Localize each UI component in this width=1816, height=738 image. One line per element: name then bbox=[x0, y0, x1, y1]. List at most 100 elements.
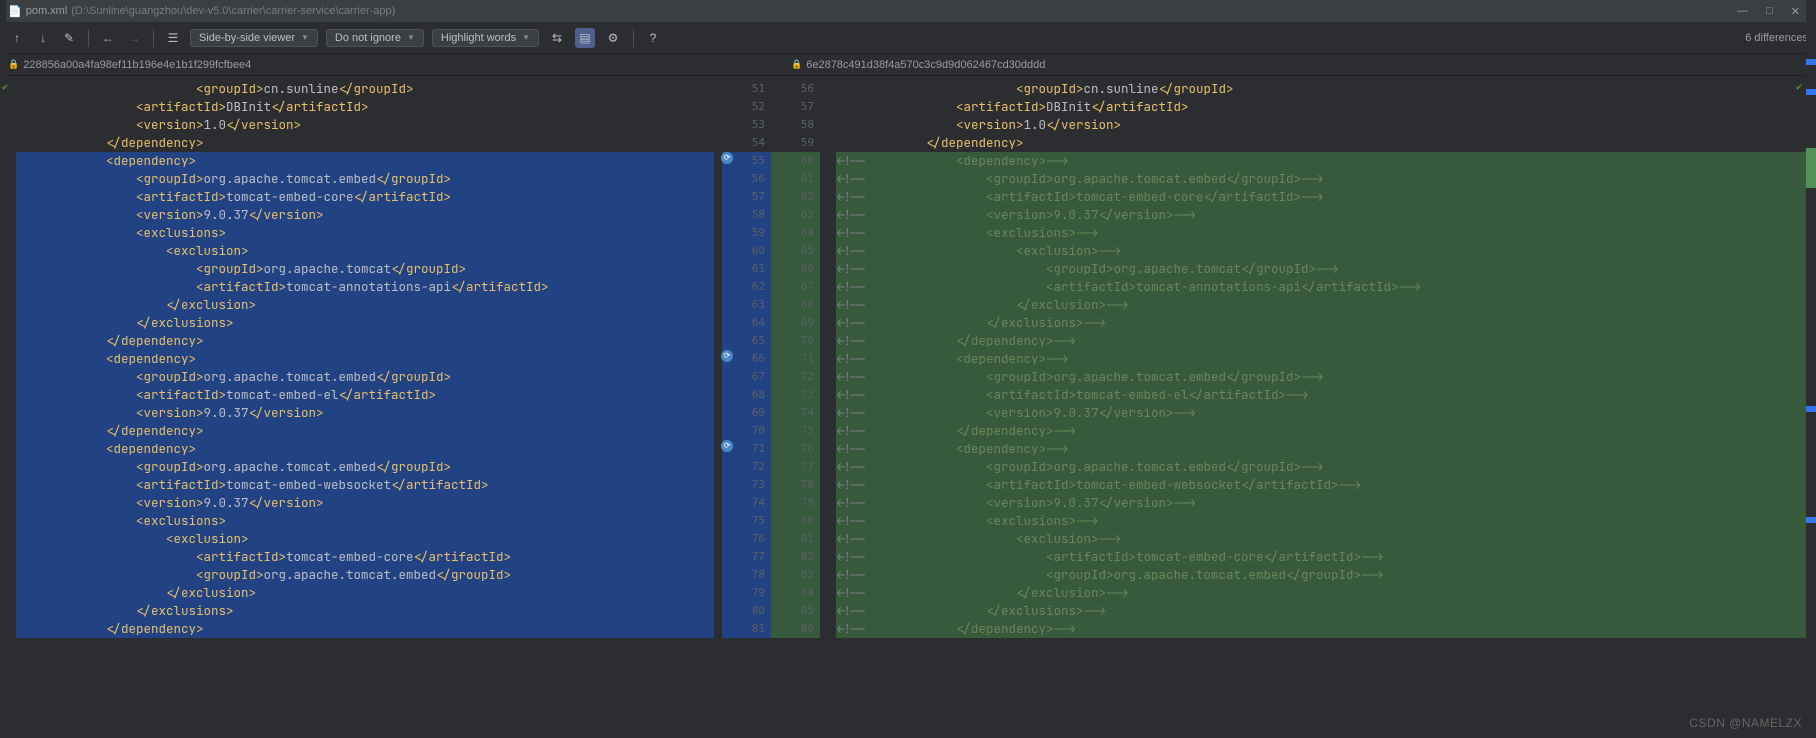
code-line[interactable]: </dependency> bbox=[16, 332, 714, 350]
viewer-mode-dropdown[interactable]: Side-by-side viewer ▼ bbox=[190, 29, 318, 47]
line-number: 68 bbox=[722, 386, 771, 404]
line-number: 51 bbox=[722, 80, 771, 98]
arrow-down-icon[interactable]: ↓ bbox=[34, 29, 52, 47]
code-line[interactable]: <artifactId>tomcat-embed-core</artifactI… bbox=[16, 188, 714, 206]
code-line[interactable]: </exclusions> bbox=[16, 602, 714, 620]
code-line[interactable]: <!-- </dependency>--> bbox=[836, 422, 1808, 440]
code-line[interactable]: <!-- <exclusion>--> bbox=[836, 242, 1808, 260]
code-line[interactable]: <!-- <dependency>--> bbox=[836, 152, 1808, 170]
code-line[interactable]: <!-- </exclusions>--> bbox=[836, 314, 1808, 332]
collapse-toggle[interactable]: ⇆ bbox=[547, 28, 567, 48]
code-line[interactable]: <dependency> bbox=[16, 152, 714, 170]
code-line[interactable]: <dependency> bbox=[16, 350, 714, 368]
minimize-button[interactable]: — bbox=[1737, 5, 1748, 18]
code-line[interactable]: <!-- <version>9.0.37</version>--> bbox=[836, 404, 1808, 422]
code-line[interactable]: <!-- <version>9.0.37</version>--> bbox=[836, 206, 1808, 224]
code-line[interactable]: <groupId>org.apache.tomcat.embed</groupI… bbox=[16, 170, 714, 188]
code-line[interactable]: <version>1.0</version> bbox=[836, 116, 1808, 134]
code-line[interactable]: <artifactId>DBInit</artifactId> bbox=[836, 98, 1808, 116]
chevron-down-icon: ▼ bbox=[522, 33, 530, 42]
back-icon[interactable]: ← bbox=[99, 29, 117, 47]
code-line[interactable]: <!-- <artifactId>tomcat-embed-el</artifa… bbox=[836, 386, 1808, 404]
help-icon[interactable]: ? bbox=[644, 29, 662, 47]
right-overview-stripe[interactable] bbox=[1806, 0, 1816, 738]
line-number: 57 bbox=[771, 98, 820, 116]
code-line[interactable]: </dependency> bbox=[16, 134, 714, 152]
highlight-label: Highlight words bbox=[441, 32, 516, 44]
code-line[interactable]: <groupId>cn.sunline</groupId> bbox=[16, 80, 714, 98]
list-icon[interactable]: ☰ bbox=[164, 29, 182, 47]
diff-marker[interactable]: ⟳ bbox=[721, 440, 733, 452]
left-code-area[interactable]: <groupId>cn.sunline</groupId> <artifactI… bbox=[0, 76, 722, 738]
left-pane[interactable]: ✔ <groupId>cn.sunline</groupId> <artifac… bbox=[0, 76, 722, 738]
code-line[interactable]: <!-- <groupId>org.apache.tomcat</groupId… bbox=[836, 260, 1808, 278]
right-revision-hash: 6e2878c491d38f4a570c3c9d9d062467cd30dddd bbox=[806, 59, 1045, 71]
sync-scroll-toggle[interactable]: ▤ bbox=[575, 28, 595, 48]
code-line[interactable]: <version>9.0.37</version> bbox=[16, 404, 714, 422]
code-line[interactable]: <!-- <exclusions>--> bbox=[836, 512, 1808, 530]
forward-icon[interactable]: → bbox=[125, 29, 143, 47]
diff-marker[interactable]: ⟳ bbox=[721, 152, 733, 164]
line-number: 69 bbox=[722, 404, 771, 422]
code-line[interactable]: <version>9.0.37</version> bbox=[16, 206, 714, 224]
highlight-dropdown[interactable]: Highlight words ▼ bbox=[432, 29, 539, 47]
right-pane[interactable]: ✔ <groupId>cn.sunline</groupId> <artifac… bbox=[820, 76, 1816, 738]
code-line[interactable]: <!-- </exclusion>--> bbox=[836, 296, 1808, 314]
line-number: 81 bbox=[722, 620, 771, 638]
code-line[interactable]: <groupId>org.apache.tomcat.embed</groupI… bbox=[16, 458, 714, 476]
code-line[interactable]: <!-- <artifactId>tomcat-embed-websocket<… bbox=[836, 476, 1808, 494]
code-line[interactable]: <exclusions> bbox=[16, 512, 714, 530]
code-line[interactable]: <!-- <dependency>--> bbox=[836, 350, 1808, 368]
code-line[interactable]: <!-- </dependency>--> bbox=[836, 620, 1808, 638]
code-line[interactable]: <artifactId>tomcat-embed-el</artifactId> bbox=[16, 386, 714, 404]
code-line[interactable]: <version>1.0</version> bbox=[16, 116, 714, 134]
code-line[interactable]: <dependency> bbox=[16, 440, 714, 458]
code-line[interactable]: <groupId>cn.sunline</groupId> bbox=[836, 80, 1808, 98]
edit-icon[interactable]: ✎ bbox=[60, 29, 78, 47]
code-line[interactable]: <exclusions> bbox=[16, 224, 714, 242]
code-line[interactable]: <artifactId>DBInit</artifactId> bbox=[16, 98, 714, 116]
code-line[interactable]: <groupId>org.apache.tomcat.embed</groupI… bbox=[16, 566, 714, 584]
diff-marker[interactable]: ⟳ bbox=[721, 350, 733, 362]
code-line[interactable]: <!-- <exclusion>--> bbox=[836, 530, 1808, 548]
line-number: 56 bbox=[722, 170, 771, 188]
right-code-area[interactable]: <groupId>cn.sunline</groupId> <artifactI… bbox=[820, 76, 1816, 738]
code-line[interactable]: <artifactId>tomcat-embed-core</artifactI… bbox=[16, 548, 714, 566]
code-line[interactable]: <!-- </exclusion>--> bbox=[836, 584, 1808, 602]
code-line[interactable]: </dependency> bbox=[16, 620, 714, 638]
code-line[interactable]: <!-- <groupId>org.apache.tomcat.embed</g… bbox=[836, 368, 1808, 386]
code-line[interactable]: <!-- </exclusions>--> bbox=[836, 602, 1808, 620]
line-number: 73 bbox=[722, 476, 771, 494]
code-line[interactable]: <!-- <artifactId>tomcat-embed-core</arti… bbox=[836, 548, 1808, 566]
code-line[interactable]: <!-- <groupId>org.apache.tomcat.embed</g… bbox=[836, 566, 1808, 584]
ignore-dropdown[interactable]: Do not ignore ▼ bbox=[326, 29, 424, 47]
code-line[interactable]: </exclusion> bbox=[16, 584, 714, 602]
code-line[interactable]: </exclusion> bbox=[16, 296, 714, 314]
code-line[interactable]: <groupId>org.apache.tomcat.embed</groupI… bbox=[16, 368, 714, 386]
close-button[interactable]: ✕ bbox=[1791, 5, 1800, 18]
arrow-up-icon[interactable]: ↑ bbox=[8, 29, 26, 47]
code-line[interactable]: <artifactId>tomcat-embed-websocket</arti… bbox=[16, 476, 714, 494]
code-line[interactable]: <!-- <groupId>org.apache.tomcat.embed</g… bbox=[836, 458, 1808, 476]
code-line[interactable]: <!-- </dependency>--> bbox=[836, 332, 1808, 350]
code-line[interactable]: <!-- <version>9.0.37</version>--> bbox=[836, 494, 1808, 512]
code-line[interactable]: <!-- <groupId>org.apache.tomcat.embed</g… bbox=[836, 170, 1808, 188]
code-line[interactable]: <exclusion> bbox=[16, 242, 714, 260]
code-line[interactable]: <groupId>org.apache.tomcat</groupId> bbox=[16, 260, 714, 278]
settings-icon[interactable]: ⚙ bbox=[603, 28, 623, 48]
line-number: 78 bbox=[722, 566, 771, 584]
maximize-button[interactable]: □ bbox=[1766, 5, 1773, 18]
code-line[interactable]: <!-- <artifactId>tomcat-annotations-api<… bbox=[836, 278, 1808, 296]
code-line[interactable]: <exclusion> bbox=[16, 530, 714, 548]
code-line[interactable]: <!-- <dependency>--> bbox=[836, 440, 1808, 458]
line-number: 79 bbox=[771, 494, 820, 512]
lock-icon: 🔒 bbox=[8, 59, 19, 70]
code-line[interactable]: </dependency> bbox=[16, 422, 714, 440]
code-line[interactable]: </exclusions> bbox=[16, 314, 714, 332]
code-line[interactable]: <version>9.0.37</version> bbox=[16, 494, 714, 512]
code-line[interactable]: <!-- <exclusions>--> bbox=[836, 224, 1808, 242]
code-line[interactable]: </dependency> bbox=[836, 134, 1808, 152]
line-number: 68 bbox=[771, 296, 820, 314]
code-line[interactable]: <!-- <artifactId>tomcat-embed-core</arti… bbox=[836, 188, 1808, 206]
code-line[interactable]: <artifactId>tomcat-annotations-api</arti… bbox=[16, 278, 714, 296]
